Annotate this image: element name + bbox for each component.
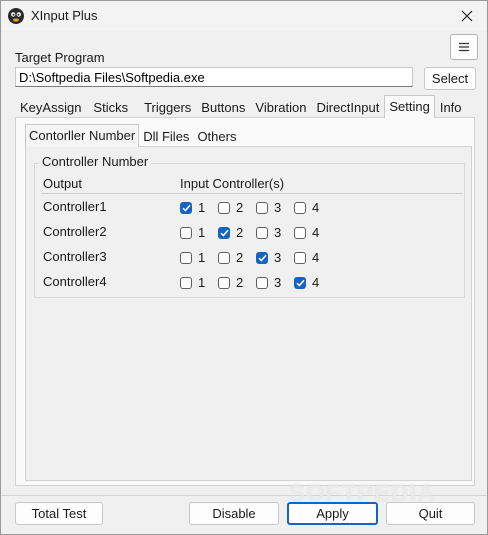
checkbox-label: 4 [312,200,320,215]
input-controller-checkbox[interactable]: 3 [256,275,281,290]
checkbox-unchecked-icon[interactable] [180,251,192,264]
app-window: XInput Plus Target Program Select KeyAss… [0,0,488,535]
checkbox-label: 1 [198,275,206,290]
tab-triggers[interactable]: Triggers [139,97,196,118]
input-controller-checkbox[interactable]: 1 [180,275,205,290]
gamepad-app-icon [7,7,25,25]
input-controller-checkbox[interactable]: 4 [294,200,319,215]
checkbox-label: 2 [236,200,244,215]
checkbox-unchecked-icon[interactable] [256,226,268,239]
tab-sticks[interactable]: Sticks [88,97,133,118]
column-header-input: Input Controller(s) [180,176,285,191]
group-title: Controller Number [39,154,152,169]
tab-keyassign[interactable]: KeyAssign [15,97,86,118]
checkbox-checked-icon[interactable] [294,276,306,289]
checkbox-unchecked-icon[interactable] [256,201,268,214]
close-icon [461,10,473,22]
title-bar[interactable]: XInput Plus [1,1,487,31]
header-divider [41,193,463,194]
checkbox-unchecked-icon[interactable] [294,226,306,239]
checkbox-label: 3 [274,250,282,265]
checkbox-label: 4 [312,250,320,265]
checkbox-checked-icon[interactable] [256,251,268,264]
tab-vibration[interactable]: Vibration [250,97,311,118]
checkbox-checked-icon[interactable] [218,226,230,239]
checkbox-label: 3 [274,200,282,215]
target-program-label: Target Program [15,50,105,65]
checkbox-unchecked-icon[interactable] [256,276,268,289]
checkbox-label: 2 [236,275,244,290]
tab-setting[interactable]: Setting [384,95,435,118]
checkbox-label: 1 [198,250,206,265]
apply-button[interactable]: Apply [287,502,378,525]
disable-button[interactable]: Disable [189,502,279,525]
tab-buttons[interactable]: Buttons [196,97,250,118]
checkbox-label: 1 [198,200,206,215]
checkbox-label: 4 [312,275,320,290]
close-button[interactable] [447,1,487,31]
checkbox-unchecked-icon[interactable] [180,276,192,289]
input-controller-checkbox[interactable]: 1 [180,250,205,265]
input-controller-checkbox[interactable]: 3 [256,225,281,240]
checkbox-checked-icon[interactable] [180,201,192,214]
tab-info[interactable]: Info [435,97,467,118]
input-controller-checkbox[interactable]: 3 [256,200,281,215]
checkbox-label: 3 [274,225,282,240]
checkbox-unchecked-icon[interactable] [294,251,306,264]
controller-label: Controller1 [43,199,107,214]
tab-directinput[interactable]: DirectInput [311,97,384,118]
checkbox-unchecked-icon[interactable] [218,276,230,289]
window-title: XInput Plus [31,8,98,23]
input-controller-checkbox[interactable]: 2 [218,225,243,240]
checkbox-label: 1 [198,225,206,240]
hamburger-menu-icon [459,42,469,52]
sub-tab-strip: Contorller Number Dll Files Others [25,124,240,147]
input-controller-checkbox[interactable]: 4 [294,250,319,265]
menu-button[interactable] [450,34,478,60]
input-controller-checkbox[interactable]: 2 [218,275,243,290]
checkbox-label: 4 [312,225,320,240]
input-controller-checkbox[interactable]: 4 [294,275,319,290]
quit-button[interactable]: Quit [386,502,475,525]
input-controller-checkbox[interactable]: 3 [256,250,281,265]
input-controller-checkbox[interactable]: 2 [218,250,243,265]
checkbox-label: 2 [236,225,244,240]
tab-others[interactable]: Others [193,126,240,147]
main-tab-strip: KeyAssign Sticks Triggers Buttons Vibrat… [15,95,467,118]
checkbox-unchecked-icon[interactable] [218,251,230,264]
select-button[interactable]: Select [424,67,476,90]
checkbox-label: 2 [236,250,244,265]
checkbox-unchecked-icon[interactable] [218,201,230,214]
tab-controller-number[interactable]: Contorller Number [25,124,140,147]
column-header-output: Output [43,176,83,191]
target-path-input[interactable] [15,67,413,87]
checkbox-unchecked-icon[interactable] [180,226,192,239]
tab-dll-files[interactable]: Dll Files [139,126,193,147]
controller-label: Controller3 [43,249,107,264]
controller-label: Controller2 [43,224,107,239]
total-test-button[interactable]: Total Test [15,502,103,525]
input-controller-checkbox[interactable]: 1 [180,225,205,240]
checkbox-label: 3 [274,275,282,290]
controller-label: Controller4 [43,274,107,289]
checkbox-unchecked-icon[interactable] [294,201,306,214]
input-controller-checkbox[interactable]: 2 [218,200,243,215]
input-controller-checkbox[interactable]: 1 [180,200,205,215]
input-controller-checkbox[interactable]: 4 [294,225,319,240]
